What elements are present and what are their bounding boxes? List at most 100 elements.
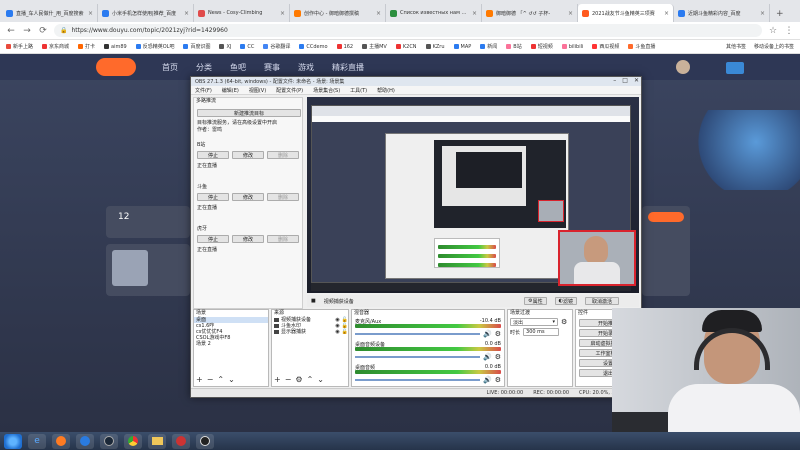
track-settings-icon[interactable]: ⚙ — [495, 330, 501, 338]
browser-tab-4[interactable]: Список известных нам карт × — [386, 4, 482, 22]
volume-slider[interactable] — [355, 333, 480, 335]
tab-close-icon[interactable]: × — [760, 10, 765, 17]
bookmark-item[interactable]: 主播MV — [362, 43, 387, 50]
properties-button[interactable]: ⚙ 属性 — [524, 297, 547, 305]
back-icon[interactable]: ← — [6, 26, 16, 36]
douyu-logo[interactable] — [96, 58, 136, 76]
bookmark-item[interactable]: 斗鱼直播 — [628, 43, 655, 50]
track-settings-icon[interactable]: ⚙ — [495, 353, 501, 361]
obs-icon[interactable] — [196, 433, 214, 449]
tab-close-icon[interactable]: × — [664, 10, 669, 17]
volume-slider[interactable] — [355, 356, 480, 358]
remove-scene-icon[interactable]: − — [207, 375, 214, 384]
speaker-icon[interactable]: 🔊 — [483, 376, 492, 384]
obs-menu-item[interactable]: 工具(T) — [350, 87, 367, 94]
bookmark-item[interactable]: 京东商城 — [42, 43, 69, 50]
tab-close-icon[interactable]: × — [472, 10, 477, 17]
chrome-icon[interactable] — [124, 433, 142, 449]
bookmark-item[interactable]: 新手上路 — [6, 43, 33, 50]
obs-menu-item[interactable]: 场景集合(S) — [313, 87, 340, 94]
add-scene-icon[interactable]: + — [196, 375, 203, 384]
obs-menu-item[interactable]: 文件(F) — [195, 87, 212, 94]
bookmark-folder[interactable]: 其他书签 — [726, 43, 746, 50]
header-widget[interactable] — [726, 62, 744, 74]
close-icon[interactable]: ✕ — [634, 77, 639, 84]
douyu-nav-item[interactable]: 游戏 — [298, 62, 314, 73]
promo-badge[interactable] — [648, 212, 684, 222]
star-icon[interactable]: ☆ — [768, 26, 778, 36]
tab-close-icon[interactable]: × — [184, 10, 189, 17]
filters-button[interactable]: ◐ 滤镜 — [554, 297, 577, 305]
browser-tab-6[interactable]: 2021战友节斗鱼精英三项赛 × — [578, 4, 674, 22]
folder-icon[interactable] — [148, 433, 166, 449]
eye-icon[interactable]: ◉ — [335, 329, 339, 335]
move-up-icon[interactable]: ⌃ — [217, 375, 224, 384]
firefox-icon[interactable] — [52, 433, 70, 449]
bookmark-item[interactable]: MAP — [453, 44, 471, 50]
lock-icon[interactable]: 🔓 — [342, 329, 348, 335]
menu-icon[interactable]: ⋮ — [784, 26, 794, 36]
douyu-nav-item[interactable]: 首页 — [162, 62, 178, 73]
browser-tab-0[interactable]: 直播_车人民做什_用_百度搜索 × — [2, 4, 98, 22]
bookmark-item[interactable]: 百度识图 — [183, 43, 210, 50]
bookmark-item[interactable]: K2CN — [395, 44, 417, 50]
bookmark-item[interactable]: B站 — [506, 43, 522, 50]
ie-icon[interactable]: e — [28, 433, 46, 449]
bookmark-item[interactable]: bilibili — [561, 44, 583, 50]
user-avatar[interactable] — [676, 60, 690, 74]
bookmark-item[interactable]: XJ — [219, 44, 231, 50]
move-down-icon[interactable]: ⌄ — [228, 375, 235, 384]
browser-tab-5[interactable]: 御暗御德 「^ ↺↺ 子杯- × — [482, 4, 578, 22]
bookmark-item[interactable]: CCdemo — [299, 44, 328, 50]
reload-icon[interactable]: ⟳ — [38, 26, 48, 36]
forward-icon[interactable]: → — [22, 26, 32, 36]
target-edit-button[interactable]: 修改 — [232, 235, 264, 243]
douyu-nav-item[interactable]: 精彩直播 — [332, 62, 364, 73]
target-stop-button[interactable]: 停止 — [197, 193, 229, 201]
tab-close-icon[interactable]: × — [376, 10, 381, 17]
tab-close-icon[interactable]: × — [568, 10, 573, 17]
bookmark-item[interactable]: aim89 — [104, 44, 127, 50]
douyu-nav-item[interactable]: 鱼吧 — [230, 62, 246, 73]
bookmark-item[interactable]: 反恐精英OL吧 — [135, 43, 174, 50]
add-source-icon[interactable]: + — [274, 375, 281, 384]
browser-tab-1[interactable]: 小米手机怎样使用|推荐_百度 × — [98, 4, 194, 22]
new-target-button[interactable]: 新建推流目标 — [197, 109, 301, 117]
deactivate-button[interactable]: 取消激活 — [584, 297, 619, 305]
speaker-icon[interactable]: 🔊 — [483, 353, 492, 361]
remove-source-icon[interactable]: − — [285, 375, 292, 384]
transition-select[interactable]: 淡出 ▾ — [510, 318, 558, 326]
speaker-icon[interactable]: 🔊 — [483, 330, 492, 338]
app-k-icon[interactable] — [76, 433, 94, 449]
scene-item[interactable]: 场景 2 — [194, 341, 268, 347]
source-settings-icon[interactable]: ⚙ — [295, 375, 302, 384]
duration-input[interactable]: 300 ms — [523, 328, 560, 336]
new-tab-icon[interactable]: + — [770, 9, 790, 22]
obs-menu-item[interactable]: 编辑(E) — [222, 87, 239, 94]
track-settings-icon[interactable]: ⚙ — [495, 376, 501, 384]
target-delete-button[interactable]: 删除 — [267, 235, 299, 243]
bookmark-folder[interactable]: 移动设备上的书签 — [754, 43, 794, 50]
bookmark-item[interactable]: CC — [240, 44, 254, 50]
douyu-nav-item[interactable]: 赛事 — [264, 62, 280, 73]
source-item[interactable]: 显示器捕获 ◉ 🔓 — [272, 329, 348, 335]
obs-menu-item[interactable]: 视图(V) — [249, 87, 266, 94]
obs-menu-item[interactable]: 帮助(H) — [377, 87, 395, 94]
volume-slider[interactable] — [355, 379, 480, 381]
target-delete-button[interactable]: 删除 — [267, 151, 299, 159]
source-down-icon[interactable]: ⌄ — [317, 375, 324, 384]
target-edit-button[interactable]: 修改 — [232, 151, 264, 159]
maximize-icon[interactable]: □ — [622, 77, 628, 84]
steam-icon[interactable] — [100, 433, 118, 449]
obs-menu-item[interactable]: 配置文件(P) — [276, 87, 303, 94]
bookmark-item[interactable]: 短视频 — [530, 43, 553, 50]
browser-tab-2[interactable]: News - Cosy-Climbing × — [194, 4, 290, 22]
tab-close-icon[interactable]: × — [88, 10, 93, 17]
bookmark-item[interactable]: 打卡 — [78, 43, 95, 50]
tab-close-icon[interactable]: × — [280, 10, 285, 17]
target-stop-button[interactable]: 停止 — [197, 151, 229, 159]
bookmark-item[interactable]: 谷歌翻译 — [263, 43, 290, 50]
browser-tab-7[interactable]: 近期斗鱼精彩内容_百度 × — [674, 4, 770, 22]
source-up-icon[interactable]: ⌃ — [307, 375, 314, 384]
target-delete-button[interactable]: 删除 — [267, 193, 299, 201]
